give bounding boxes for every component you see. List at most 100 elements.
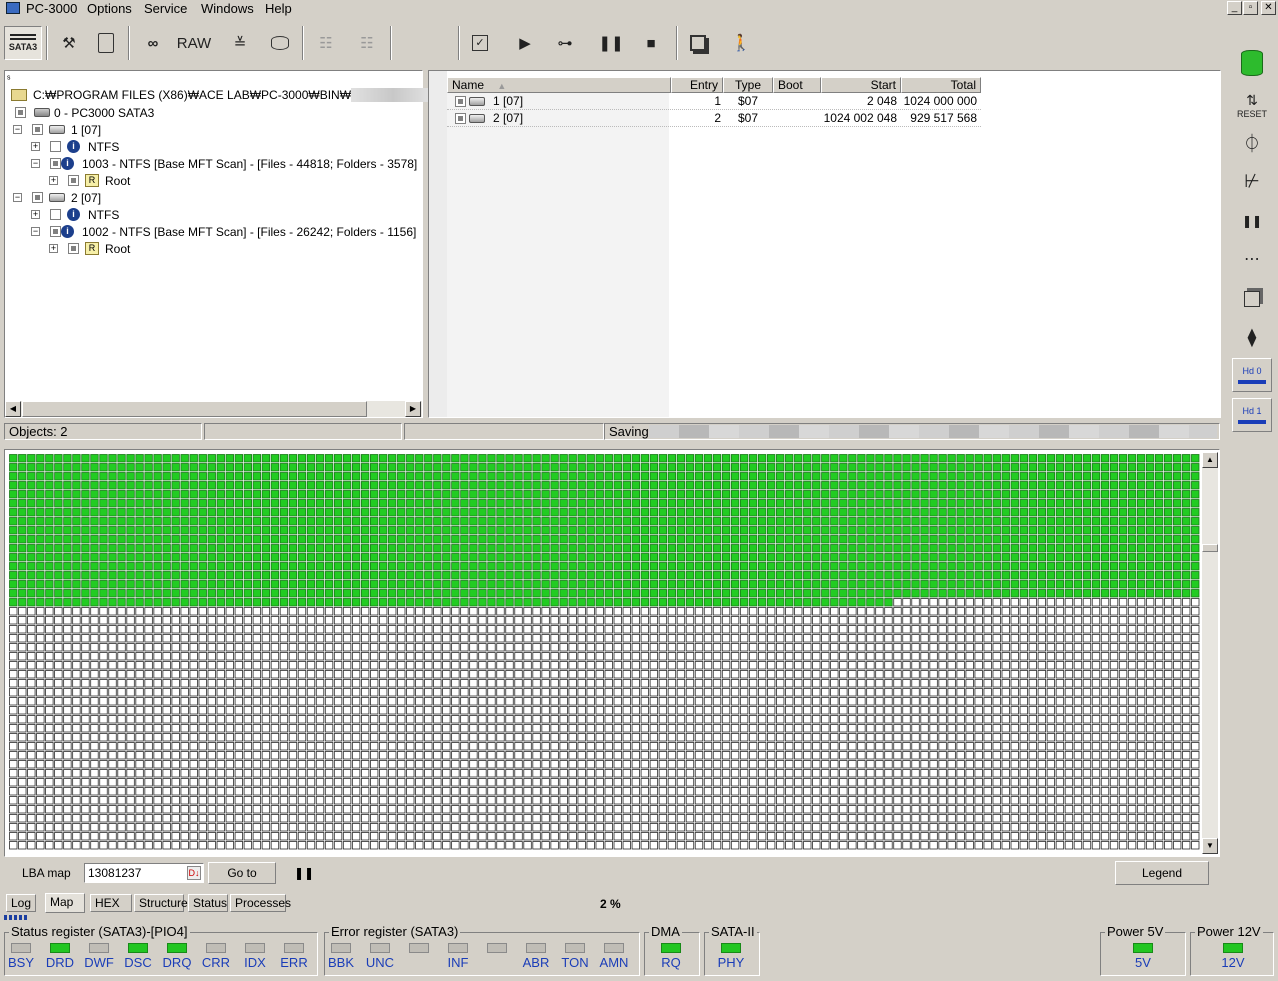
tree-checkbox[interactable] [32, 192, 43, 203]
error-register-led [604, 943, 624, 953]
tree-checkbox[interactable] [50, 209, 61, 220]
expand-icon[interactable]: + [49, 244, 58, 253]
column-header-start[interactable]: Start [821, 77, 901, 93]
hd0-button[interactable]: Hd 0 [1232, 358, 1272, 392]
tree-view-button[interactable]: ☷ [312, 26, 340, 60]
sector-editor-button[interactable]: ≚ [226, 26, 254, 60]
disk-image-button[interactable] [266, 26, 294, 60]
menu-help[interactable]: Help [265, 1, 292, 16]
tree-item[interactable]: + R Root [49, 172, 130, 189]
side-pause-button[interactable]: ❚❚ [1232, 204, 1272, 238]
script-button[interactable] [92, 26, 120, 60]
collapse-icon[interactable]: − [31, 227, 40, 236]
tree-item[interactable]: + i NTFS [31, 206, 119, 223]
partition-icon [469, 114, 485, 123]
menu-windows[interactable]: Windows [201, 1, 254, 16]
close-button[interactable]: ✕ [1261, 1, 1276, 15]
scroll-down-arrow-icon[interactable]: ▼ [1202, 838, 1218, 854]
tree-item[interactable]: 0 - PC3000 SATA3 [15, 104, 154, 121]
hd1-button[interactable]: Hd 1 [1232, 398, 1272, 432]
tree-checkbox[interactable] [50, 158, 61, 169]
apply-button[interactable]: ✓ [466, 26, 494, 60]
info-icon: i [61, 157, 74, 170]
tree-item[interactable]: + i NTFS [31, 138, 119, 155]
expand-icon[interactable]: + [49, 176, 58, 185]
restore-button[interactable]: ▫ [1243, 1, 1258, 15]
scroll-right-arrow-icon[interactable]: ▶ [405, 401, 421, 417]
tree-checkbox[interactable] [68, 175, 79, 186]
tab-map[interactable]: Map [45, 893, 85, 913]
group-view-button[interactable]: ☷ [350, 26, 384, 60]
collapse-icon[interactable]: − [31, 159, 40, 168]
tab-hex[interactable]: HEX [90, 894, 132, 912]
tree-checkbox[interactable] [50, 141, 61, 152]
tab-structure[interactable]: Structure [134, 894, 188, 912]
tree-item[interactable]: − i 1002 - NTFS [Base MFT Scan] - [Files… [31, 223, 416, 240]
step-button[interactable]: ⊶ [548, 26, 582, 60]
tree-checkbox[interactable] [32, 124, 43, 135]
gauge-button[interactable]: ⏀ [1232, 126, 1272, 160]
tree-checkbox[interactable] [68, 243, 79, 254]
partition-icon [49, 193, 65, 202]
redacted-block [351, 87, 436, 102]
scroll-thumb[interactable] [22, 401, 367, 417]
tree-path-row[interactable]: C:₩PROGRAM FILES (X86)₩ACE LAB₩PC-3000₩B… [11, 86, 446, 103]
goto-button[interactable]: Go to [208, 862, 276, 884]
tree-item[interactable]: + R Root [49, 240, 130, 257]
map-pause-icon[interactable]: ❚❚ [294, 866, 314, 880]
scroll-thumb[interactable] [1202, 544, 1218, 552]
row-checkbox[interactable] [455, 96, 466, 107]
lba-picker-icon[interactable]: D↓ [187, 866, 201, 880]
column-header-type[interactable]: Type [723, 77, 773, 93]
status-register-led [50, 943, 70, 953]
map-vertical-scrollbar[interactable]: ▲ ▼ [1202, 452, 1218, 854]
tree-item[interactable]: − 1 [07] [13, 121, 101, 138]
tab-status[interactable]: Status [188, 894, 228, 912]
error-register-led [370, 943, 390, 953]
tab-processes[interactable]: Processes [230, 894, 291, 912]
sata3-port-button[interactable]: SATA3 [4, 26, 42, 60]
collapse-icon[interactable]: − [13, 193, 22, 202]
raw-button[interactable]: RAW [174, 26, 214, 60]
stop-button[interactable]: ■ [638, 26, 664, 60]
search-button[interactable]: ∞ [138, 26, 168, 60]
play-button[interactable]: ▶ [512, 26, 538, 60]
error-register-led-label: BBK [327, 955, 354, 970]
bus-button[interactable]: ⧫ [1232, 320, 1272, 354]
scroll-left-arrow-icon[interactable]: ◀ [5, 401, 21, 417]
collapse-icon[interactable]: − [13, 125, 22, 134]
pause-button[interactable]: ❚❚ [598, 26, 624, 60]
column-header-boot[interactable]: Boot [773, 77, 821, 93]
expand-icon[interactable]: + [31, 142, 40, 151]
menu-service[interactable]: Service [144, 1, 187, 16]
connect-button[interactable]: ⊬ [1232, 164, 1272, 198]
tree-item[interactable]: − 2 [07] [13, 189, 101, 206]
lba-input[interactable]: 13081237 D↓ [84, 863, 204, 883]
tools-button[interactable]: ⚒ [55, 26, 83, 60]
expand-icon[interactable]: + [31, 210, 40, 219]
row-checkbox[interactable] [455, 113, 466, 124]
power5v-title: Power 5V [1105, 924, 1166, 939]
tree-item-label: 1002 - NTFS [Base MFT Scan] - [Files - 2… [82, 224, 417, 239]
menu-options[interactable]: Options [87, 1, 132, 16]
legend-button[interactable]: Legend [1115, 861, 1209, 885]
tree-checkbox[interactable] [15, 107, 26, 118]
table-row[interactable]: 1 [07] 1 $07 2 048 1024 000 000 [447, 93, 981, 110]
tree-checkbox[interactable] [50, 226, 61, 237]
reset-button[interactable]: ⇅ RESET [1232, 88, 1272, 122]
minimize-button[interactable]: _ [1227, 1, 1242, 15]
scroll-up-arrow-icon[interactable]: ▲ [1202, 452, 1218, 468]
table-row[interactable]: 2 [07] 2 $07 1024 002 048 929 517 568 [447, 110, 981, 127]
column-header-total[interactable]: Total [901, 77, 981, 93]
column-header-entry[interactable]: Entry [671, 77, 723, 93]
menu-pc3000[interactable]: PC-3000 [26, 1, 77, 16]
exit-button[interactable]: 🚶 [726, 26, 756, 60]
database-button[interactable] [1232, 46, 1272, 80]
chain-button[interactable]: ⋯ [1232, 242, 1272, 276]
tree-horizontal-scrollbar[interactable]: ◀ ▶ [5, 401, 422, 417]
tab-log[interactable]: Log [6, 894, 36, 912]
windows-button[interactable] [684, 26, 712, 60]
copy-close-button[interactable] [1232, 282, 1272, 316]
tree-item[interactable]: − i 1003 - NTFS [Base MFT Scan] - [Files… [31, 155, 417, 172]
column-header-name[interactable]: Name ▲ [447, 77, 671, 93]
